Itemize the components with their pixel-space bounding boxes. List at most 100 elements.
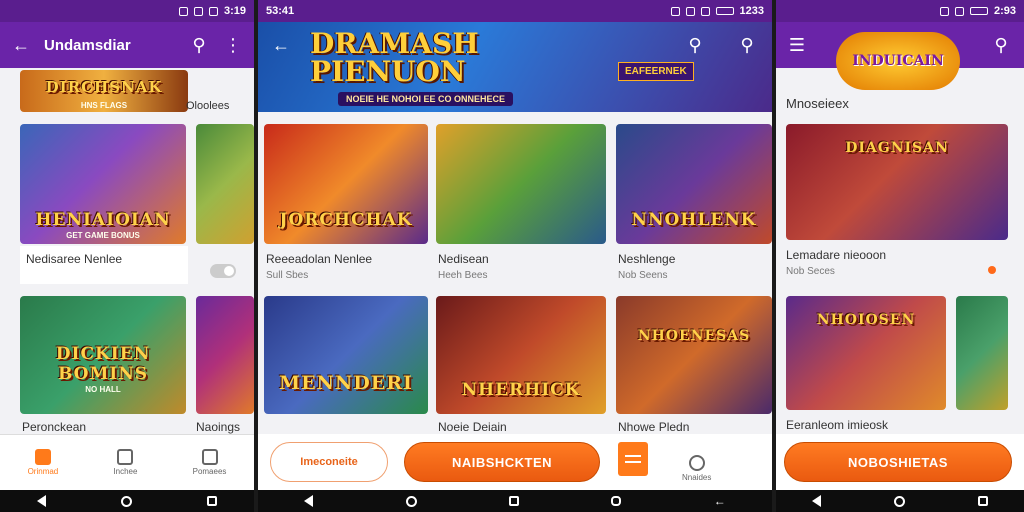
status-time: 2:93 — [993, 5, 1016, 17]
back-arrow-icon[interactable]: ← — [10, 34, 32, 56]
alarm-icon — [939, 6, 949, 16]
bookmark-icon — [201, 449, 218, 465]
section-label: Oloolees — [186, 100, 230, 112]
banner-title-line1: DRAMASH — [310, 27, 479, 60]
nav-label: Orinmad — [27, 467, 59, 476]
alarm-icon — [670, 6, 680, 16]
mail-icon — [193, 6, 203, 16]
nav-label: Inchee — [113, 467, 138, 476]
nav-profile[interactable]: Nnaides — [682, 455, 711, 482]
game-sub: NO HALL — [85, 385, 121, 394]
search-icon[interactable]: ⚲ — [990, 34, 1012, 56]
nav-house[interactable]: Inchee — [113, 449, 137, 476]
game-meta: Heeh Bees — [438, 270, 488, 281]
game-sub: GET GAME BONUS — [66, 231, 140, 240]
home-circle-icon[interactable] — [120, 495, 132, 507]
system-nav-bar: ← — [258, 490, 772, 512]
system-nav-bar — [776, 490, 1024, 512]
profile-icon — [688, 455, 705, 471]
signal-icon — [700, 6, 710, 16]
game-tile[interactable]: NNOHLENK — [616, 124, 772, 244]
game-tile[interactable]: JORCHCHAK — [264, 124, 428, 244]
overview-icon[interactable] — [611, 496, 622, 506]
game-tile[interactable] — [196, 296, 254, 414]
game-name: Nedisean — [438, 252, 489, 266]
game-meta: Sull Sbes — [266, 270, 309, 281]
status-time: 53:41 — [266, 5, 295, 17]
home-icon — [34, 449, 51, 465]
notification-dot — [988, 266, 996, 274]
wifi-icon — [208, 6, 218, 16]
game-caption: NHOIOSEN — [816, 312, 916, 328]
primary-cta-button[interactable]: NOBOSHIETAS — [784, 442, 1012, 482]
nav-label: Pomaees — [192, 467, 227, 476]
game-tile[interactable]: NHOENESAS — [616, 296, 772, 414]
game-tile[interactable] — [956, 296, 1008, 410]
status-time-right: 1233 — [739, 5, 764, 17]
search-icon[interactable]: ⚲ — [736, 34, 758, 56]
app-logo: INDUICAIN — [836, 32, 960, 90]
secondary-button[interactable]: Imeconeite — [270, 442, 388, 482]
game-tile[interactable] — [196, 124, 254, 244]
phone-screen-2: 53:41 1233 ← DRAMASH PIENUON EAFEERNEK N… — [258, 0, 772, 512]
featured-game-tile[interactable]: DIAGNISAN — [786, 124, 1008, 240]
game-meta: Nob Seces — [786, 266, 835, 277]
game-caption: NHERHICK — [461, 380, 581, 400]
back-arrow-icon[interactable]: ← — [714, 494, 726, 508]
logo-text: INDUICAIN — [852, 53, 944, 69]
game-tile[interactable] — [436, 124, 606, 244]
search-icon[interactable]: ⚲ — [684, 34, 706, 56]
back-triangle-icon[interactable] — [37, 495, 47, 507]
back-triangle-icon[interactable] — [812, 495, 822, 507]
banner-title: DRAMASH PIENUON — [310, 30, 479, 86]
banner-subtitle: NOEIE HE NOHOI EE CO ONNEHECE — [338, 92, 514, 106]
nav-bookmark[interactable]: Pomaees — [192, 449, 227, 476]
game-name: Eeranleom imieosk — [786, 418, 889, 432]
menu-icon[interactable] — [618, 442, 648, 476]
game-caption: JORCHCHAK — [279, 210, 413, 230]
game-name: Neshlenge — [618, 252, 676, 266]
phone-screen-3: 2:93 ☰ ⚲ ☰ ⚲ INDUICAIN Mnoseieex DIAGNIS… — [776, 0, 1024, 512]
phone-screen-1: 3:19 ← Undamsdiar ⚲ ⋮ DIRCHSNAK HNS FLAG… — [0, 0, 254, 512]
game-caption: MENNDERI — [279, 372, 413, 394]
game-caption: NNOHLENK — [631, 210, 757, 230]
primary-cta-button[interactable]: NAIBSHCKTEN — [404, 442, 600, 482]
bottom-nav: Orinmad Inchee Pomaees — [0, 434, 254, 490]
status-bar: 53:41 1233 — [258, 0, 772, 22]
game-tile[interactable]: NHOIOSEN — [786, 296, 946, 410]
system-nav-bar — [0, 490, 254, 512]
banner-title-line2: PIENUON — [310, 55, 466, 88]
game-meta: Nob Seens — [618, 270, 668, 281]
game-name: Reeeadolan Nenlee — [266, 252, 373, 266]
status-bar: 3:19 — [0, 0, 254, 22]
wifi-icon — [685, 6, 695, 16]
back-arrow-icon[interactable]: ← — [270, 34, 292, 56]
game-caption: NHOENESAS — [637, 328, 751, 344]
top-banner-tile[interactable]: DIRCHSNAK HNS FLAGS — [20, 70, 188, 112]
home-circle-icon[interactable] — [893, 495, 905, 507]
game-tile[interactable]: NHERHICK — [436, 296, 606, 414]
menu-icon[interactable]: ☰ — [786, 34, 808, 56]
status-time: 3:19 — [223, 5, 246, 17]
game-tile[interactable]: HENIAIOIAN GET GAME BONUS — [20, 124, 186, 244]
game-name: Nedisaree Nenlee — [26, 252, 123, 266]
recents-square-icon[interactable] — [206, 496, 217, 506]
home-circle-icon[interactable] — [405, 495, 417, 507]
battery-icon — [715, 7, 734, 15]
game-name: Noeie Deiain — [438, 420, 507, 434]
nav-home[interactable]: Orinmad — [27, 449, 59, 476]
hero-banner[interactable]: ← DRAMASH PIENUON EAFEERNEK NOEIE HE NOH… — [258, 22, 772, 112]
recents-square-icon[interactable] — [977, 496, 988, 506]
search-icon[interactable]: ⚲ — [188, 34, 210, 56]
wifi-icon — [954, 6, 964, 16]
toggle-switch[interactable] — [210, 264, 236, 278]
game-tile[interactable]: DICKIEN BOMINS NO HALL — [20, 296, 186, 414]
recents-square-icon[interactable] — [508, 496, 519, 506]
game-caption: DIAGNISAN — [845, 140, 949, 156]
back-triangle-icon[interactable] — [304, 495, 314, 507]
house-icon — [117, 449, 134, 465]
game-tile[interactable]: MENNDERI — [264, 296, 428, 414]
game-name: Peronckean — [22, 420, 87, 434]
more-vert-icon[interactable]: ⋮ — [222, 34, 244, 56]
nav-label: Nnaides — [682, 473, 712, 482]
